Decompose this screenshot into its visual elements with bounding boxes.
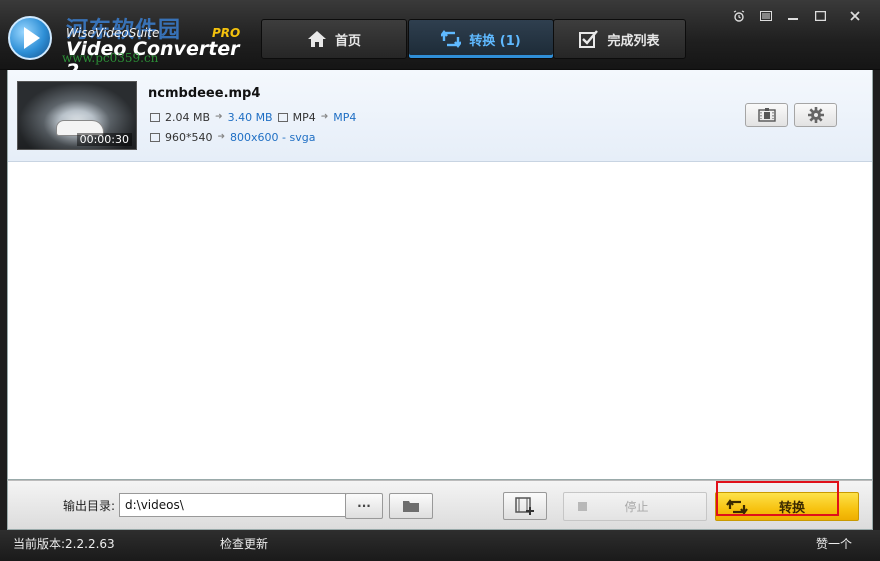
tab-convert[interactable]: 转换 (1) — [408, 19, 554, 59]
size-format-row: 2.04 MB ➜ 3.40 MB MP4 ➜ MP4 — [150, 109, 356, 125]
resolution-to[interactable]: 800x600 - svga — [230, 131, 315, 144]
tab-completed-list[interactable]: 完成列表 — [553, 19, 686, 59]
home-icon — [307, 31, 326, 47]
format-to[interactable]: MP4 — [333, 111, 356, 124]
tab-convert-label: 转换 (1) — [469, 33, 521, 49]
minimize-icon[interactable] — [783, 8, 803, 24]
output-dir-label: 输出目录: — [63, 499, 116, 513]
output-dir-input[interactable] — [119, 493, 346, 517]
stop-icon — [578, 502, 587, 511]
resolution-row: 960*540 ➜ 800x600 - svga — [150, 129, 315, 145]
convert-icon — [726, 498, 748, 515]
maximize-icon[interactable] — [810, 8, 830, 24]
edit-video-button[interactable] — [745, 103, 788, 127]
tab-home-label: 首页 — [334, 33, 361, 49]
format-from: MP4 — [292, 110, 316, 124]
settings-button[interactable] — [794, 103, 837, 127]
app-window: 河东软件园 WiseVideoSuite Video Converter 2 P… — [0, 0, 880, 561]
convert-button[interactable]: 转换 — [715, 492, 859, 521]
watermark-url: www.pc0359.cn — [62, 51, 159, 65]
size-to: 3.40 MB — [227, 110, 273, 124]
video-duration: 00:00:30 — [76, 133, 132, 146]
app-logo: 河东软件园 WiseVideoSuite Video Converter 2 P… — [4, 6, 254, 82]
arrow-icon: ➜ — [320, 112, 329, 122]
brand-pro-badge: PRO — [212, 26, 241, 40]
version-text: 当前版本:2.2.2.63 — [13, 537, 115, 551]
bottom-toolbar: 输出目录: ··· 停止 转换 — [7, 480, 873, 530]
arrow-icon: ➜ — [215, 112, 223, 122]
file-name: ncmbdeee.mp4 — [148, 86, 261, 101]
tab-home[interactable]: 首页 — [261, 19, 407, 59]
add-video-button[interactable] — [503, 492, 547, 520]
settings-gear-icon — [807, 107, 824, 123]
checkbox-icon — [579, 30, 599, 48]
open-folder-button[interactable] — [389, 493, 433, 519]
title-bar: 河东软件园 WiseVideoSuite Video Converter 2 P… — [0, 0, 880, 82]
alarm-icon[interactable] — [729, 8, 749, 24]
add-film-icon — [515, 497, 534, 515]
stop-button[interactable]: 停止 — [563, 492, 707, 521]
resolution-from: 960*540 — [165, 130, 213, 144]
edit-video-icon — [757, 108, 776, 122]
conversion-list: 00:00:30 ncmbdeee.mp4 2.04 MB ➜ 3.40 MB … — [7, 70, 873, 480]
status-bar: 当前版本:2.2.2.63 检查更新 赞一个 — [0, 530, 880, 561]
logo-play-icon — [8, 16, 52, 60]
convert-label: 转换 — [778, 501, 805, 516]
folder-icon — [403, 501, 419, 512]
close-icon[interactable] — [845, 8, 865, 24]
arrow-icon: ➜ — [217, 132, 226, 142]
like-link[interactable]: 赞一个 — [816, 535, 852, 552]
download-icon — [150, 112, 160, 122]
list-item[interactable]: 00:00:30 ncmbdeee.mp4 2.04 MB ➜ 3.40 MB … — [8, 70, 872, 162]
monitor-icon — [150, 132, 160, 142]
browse-button[interactable]: ··· — [345, 493, 383, 519]
size-from: 2.04 MB — [165, 110, 211, 124]
convert-icon — [441, 30, 462, 48]
tab-completed-label: 完成列表 — [607, 33, 660, 49]
video-thumbnail[interactable]: 00:00:30 — [17, 81, 137, 150]
check-update-link[interactable]: 检查更新 — [220, 535, 268, 552]
menu-icon[interactable] — [756, 8, 776, 24]
stop-label: 停止 — [624, 500, 649, 514]
film-icon — [277, 112, 288, 122]
